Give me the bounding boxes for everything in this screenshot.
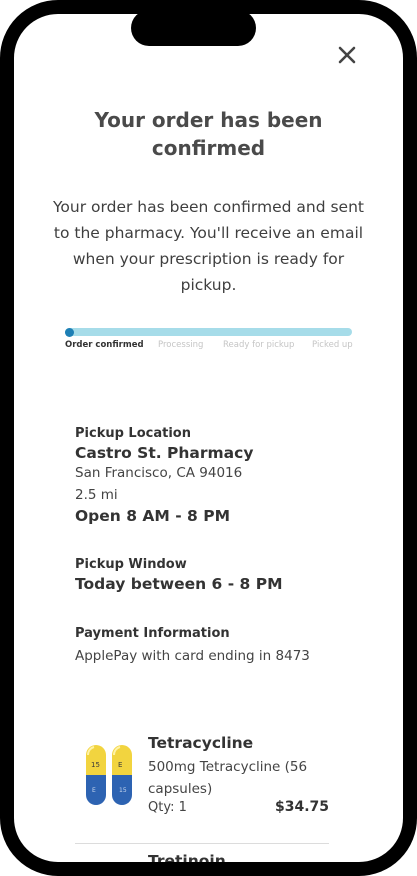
pharmacy-address: San Francisco, CA 94016	[75, 465, 243, 481]
confirmation-message: Your order has been confirmed and sent t…	[53, 198, 364, 294]
item-divider	[75, 843, 329, 844]
order-progress-bar	[65, 327, 352, 337]
page-title: Your order has been confirmed	[94, 108, 323, 160]
payment-info-label: Payment Information	[75, 626, 230, 641]
medication-quantity: Qty: 1	[148, 800, 187, 815]
step-order-confirmed: Order confirmed	[65, 340, 144, 350]
svg-text:E: E	[92, 787, 96, 794]
progress-steps: Order confirmed Processing Ready for pic…	[65, 340, 354, 352]
medication-name: Tetracycline	[148, 734, 254, 752]
medication-description: 500mg Tetracycline (56 capsules)	[148, 759, 308, 797]
capsule-icon: 15 E E 15	[86, 745, 132, 805]
close-icon[interactable]	[336, 44, 358, 66]
pharmacy-name: Castro St. Pharmacy	[75, 444, 254, 462]
svg-text:E: E	[118, 761, 122, 769]
pickup-location-label: Pickup Location	[75, 426, 191, 441]
step-ready-for-pickup: Ready for pickup	[223, 340, 295, 350]
medication-price: $34.75	[274, 799, 329, 815]
step-picked-up: Picked up	[312, 340, 353, 350]
dynamic-island	[131, 10, 256, 46]
pharmacy-hours: Open 8 AM - 8 PM	[75, 507, 231, 525]
pharmacy-distance: 2.5 mi	[75, 487, 118, 503]
svg-text:15: 15	[119, 787, 127, 794]
pickup-window-label: Pickup Window	[75, 557, 187, 572]
screen: Your order has been confirmed Your order…	[14, 14, 403, 862]
svg-text:15: 15	[91, 761, 100, 769]
payment-info-value: ApplePay with card ending in 8473	[75, 648, 310, 664]
pickup-window-value: Today between 6 - 8 PM	[75, 575, 283, 593]
phone-frame: Your order has been confirmed Your order…	[0, 0, 417, 876]
medication-name-2: Tretinoin	[148, 852, 226, 862]
progress-current-dot	[65, 327, 74, 337]
step-processing: Processing	[158, 340, 204, 350]
